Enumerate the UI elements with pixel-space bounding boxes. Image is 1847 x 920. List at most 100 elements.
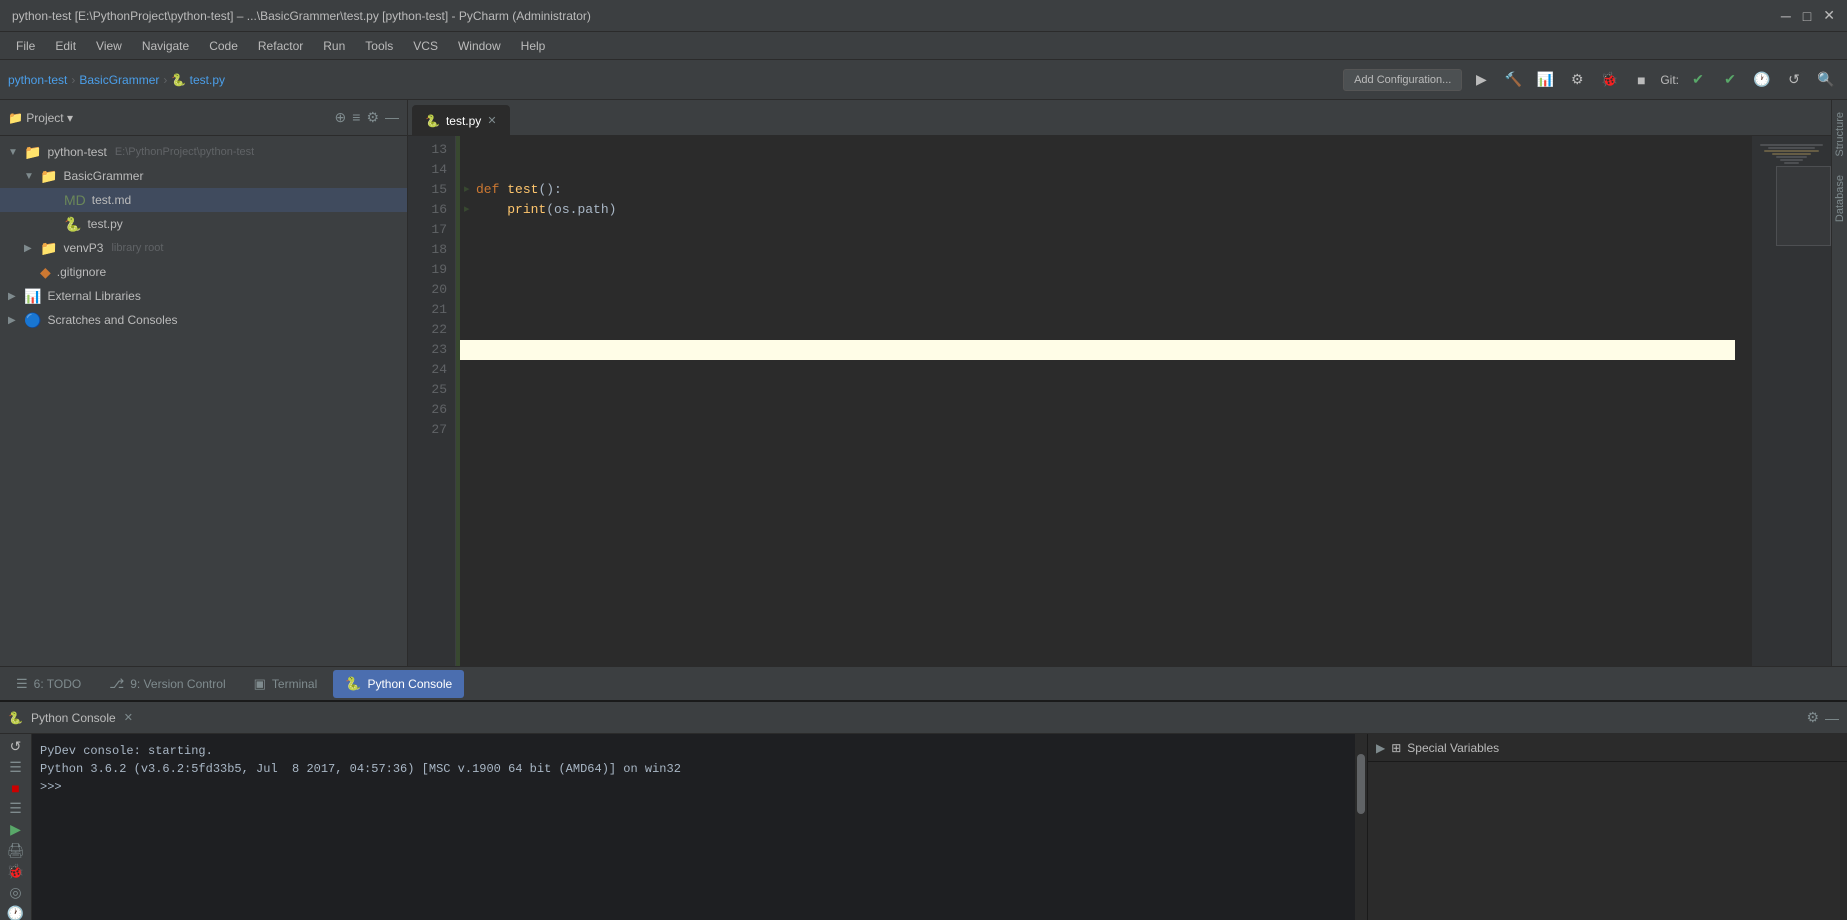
- sidebar-settings-icon[interactable]: ⚙: [366, 109, 379, 126]
- right-panels: Structure Database: [1831, 100, 1847, 666]
- console-scrollbar[interactable]: [1355, 734, 1367, 920]
- breadcrumb: python-test › BasicGrammer › 🐍 test.py: [8, 73, 1337, 87]
- tab-close-icon[interactable]: ✕: [487, 114, 496, 127]
- tab-terminal-label: Terminal: [272, 677, 317, 691]
- console-stop-btn[interactable]: ■: [3, 780, 29, 796]
- console-body: ↺ ☰ ■ ☰ ▶ 🖨 🐞 ◎ 🕐 ⋮⋮ PyDev console: star…: [0, 734, 1847, 920]
- tree-item-venvp3[interactable]: ▶ 📁 venvP3 library root: [0, 236, 407, 260]
- close-button[interactable]: ✕: [1823, 7, 1835, 24]
- title-bar: python-test [E:\PythonProject\python-tes…: [0, 0, 1847, 32]
- minimap: [1751, 136, 1831, 666]
- menu-navigate[interactable]: Navigate: [134, 35, 197, 57]
- console-line-1: PyDev console: starting.: [40, 742, 1347, 760]
- tree-item-python-test[interactable]: ▼ 📁 python-test E:\PythonProject\python-…: [0, 140, 407, 164]
- menu-view[interactable]: View: [88, 35, 130, 57]
- sidebar-locate-icon[interactable]: ⊕: [335, 109, 347, 126]
- tab-version-control-label: 9: Version Control: [130, 677, 225, 691]
- console-inspect-btn[interactable]: ◎: [3, 884, 29, 901]
- console-left-toolbar: ↺ ☰ ■ ☰ ▶ 🖨 🐞 ◎ 🕐 ⋮⋮: [0, 734, 32, 920]
- structure-panel-label[interactable]: Structure: [1832, 104, 1847, 165]
- tree-item-scratches[interactable]: ▶ 🔵 Scratches and Consoles: [0, 308, 407, 332]
- console-line-2: Python 3.6.2 (v3.6.2:5fd33b5, Jul 8 2017…: [40, 760, 1347, 778]
- code-line-22: [464, 320, 1743, 340]
- console-scroll-btn[interactable]: ☰: [3, 759, 29, 776]
- menu-window[interactable]: Window: [450, 35, 509, 57]
- console-settings-icon[interactable]: ⚙: [1806, 709, 1819, 726]
- special-vars-icon: ⊞: [1391, 741, 1401, 755]
- toolbar: python-test › BasicGrammer › 🐍 test.py A…: [0, 60, 1847, 100]
- scratches-label: Scratches and Consoles: [47, 313, 177, 327]
- console-output: PyDev console: starting. Python 3.6.2 (v…: [32, 734, 1355, 920]
- console-header: 🐍 Python Console ✕ ⚙ —: [0, 702, 1847, 734]
- console-prompt[interactable]: >>>: [40, 778, 1347, 796]
- window-controls: ─ □ ✕: [1781, 7, 1835, 24]
- console-print-btn[interactable]: 🖨: [3, 842, 29, 859]
- run-icon[interactable]: ▶: [1468, 67, 1494, 93]
- menu-code[interactable]: Code: [201, 35, 246, 57]
- menu-run[interactable]: Run: [315, 35, 353, 57]
- tree-item-test-md[interactable]: MD test.md: [0, 188, 407, 212]
- sidebar-tree: ▼ 📁 python-test E:\PythonProject\python-…: [0, 136, 407, 666]
- coverage-icon[interactable]: 📊: [1532, 67, 1558, 93]
- editor-area: 🐍 test.py ✕ 13 14 15 16 17 18 19 20 21 2…: [408, 100, 1831, 666]
- build-icon[interactable]: 🔨: [1500, 67, 1526, 93]
- tree-item-basicgrammer[interactable]: ▼ 📁 BasicGrammer: [0, 164, 407, 188]
- expand-special-vars-icon[interactable]: ▶: [1376, 741, 1385, 755]
- code-line-17: [464, 220, 1743, 240]
- console-rerun-btn[interactable]: ↺: [3, 738, 29, 755]
- git-revert-icon[interactable]: ↺: [1781, 67, 1807, 93]
- menu-vcs[interactable]: VCS: [405, 35, 446, 57]
- menu-tools[interactable]: Tools: [357, 35, 401, 57]
- tab-label: test.py: [446, 114, 481, 128]
- console-scrollbar-thumb[interactable]: [1357, 754, 1365, 814]
- console-history-btn[interactable]: 🕐: [3, 905, 29, 920]
- minimize-button[interactable]: ─: [1781, 8, 1791, 24]
- main-area: 📁 Project ▾ ⊕ ≡ ⚙ — ▼ 📁 python-test E:\P…: [0, 100, 1847, 666]
- add-configuration-button[interactable]: Add Configuration...: [1343, 69, 1462, 91]
- console-run-btn[interactable]: ▶: [3, 821, 29, 838]
- console-debug-btn[interactable]: 🐞: [3, 863, 29, 880]
- tree-item-test-py[interactable]: 🐍 test.py: [0, 212, 407, 236]
- sidebar: 📁 Project ▾ ⊕ ≡ ⚙ — ▼ 📁 python-test E:\P…: [0, 100, 408, 666]
- breadcrumb-file[interactable]: 🐍 test.py: [171, 73, 225, 87]
- profile-icon[interactable]: ⚙: [1564, 67, 1590, 93]
- code-line-15: ▸ def test():: [464, 180, 1743, 200]
- tab-python-console[interactable]: 🐍 Python Console: [333, 670, 464, 698]
- breadcrumb-folder[interactable]: BasicGrammer: [79, 73, 159, 87]
- tab-icon: 🐍: [425, 114, 440, 128]
- bottom-tab-bar: ☰ 6: TODO ⎇ 9: Version Control ▣ Termina…: [0, 666, 1847, 700]
- tree-item-gitignore[interactable]: ◆ .gitignore: [0, 260, 407, 284]
- menu-edit[interactable]: Edit: [47, 35, 84, 57]
- breadcrumb-project[interactable]: python-test: [8, 73, 67, 87]
- code-content[interactable]: ▸ def test(): ▸ print(os.path): [456, 136, 1751, 666]
- console-tab-close-icon[interactable]: ✕: [124, 711, 133, 724]
- code-line-27: [464, 420, 1743, 440]
- menu-help[interactable]: Help: [513, 35, 554, 57]
- tab-test-py[interactable]: 🐍 test.py ✕: [412, 105, 510, 135]
- tab-todo[interactable]: ☰ 6: TODO: [4, 670, 93, 698]
- sidebar-collapse-icon[interactable]: ≡: [352, 109, 360, 126]
- sidebar-hide-icon[interactable]: —: [385, 109, 399, 126]
- database-panel-label[interactable]: Database: [1832, 167, 1847, 230]
- console-list-btn[interactable]: ☰: [3, 800, 29, 817]
- tree-item-external-libs[interactable]: ▶ 📊 External Libraries: [0, 284, 407, 308]
- title-text: python-test [E:\PythonProject\python-tes…: [12, 9, 591, 23]
- search-everywhere-icon[interactable]: 🔍: [1813, 67, 1839, 93]
- menu-refactor[interactable]: Refactor: [250, 35, 311, 57]
- console-hide-icon[interactable]: —: [1825, 710, 1839, 726]
- menu-file[interactable]: File: [8, 35, 43, 57]
- special-vars-label: Special Variables: [1407, 741, 1499, 755]
- sidebar-header: 📁 Project ▾ ⊕ ≡ ⚙ —: [0, 100, 407, 136]
- debug-icon[interactable]: 🐞: [1596, 67, 1622, 93]
- tab-version-control[interactable]: ⎇ 9: Version Control: [97, 670, 237, 698]
- stop-icon[interactable]: ■: [1628, 67, 1654, 93]
- git-check2-icon[interactable]: ✔: [1717, 67, 1743, 93]
- code-line-21: [464, 300, 1743, 320]
- line-numbers: 13 14 15 16 17 18 19 20 21 22 23 24 25 2…: [408, 136, 456, 666]
- python-console-icon: 🐍: [8, 711, 23, 725]
- tab-terminal[interactable]: ▣ Terminal: [242, 670, 330, 698]
- maximize-button[interactable]: □: [1803, 8, 1811, 24]
- git-history-icon[interactable]: 🕐: [1749, 67, 1775, 93]
- git-label: Git:: [1660, 73, 1679, 87]
- git-check1-icon[interactable]: ✔: [1685, 67, 1711, 93]
